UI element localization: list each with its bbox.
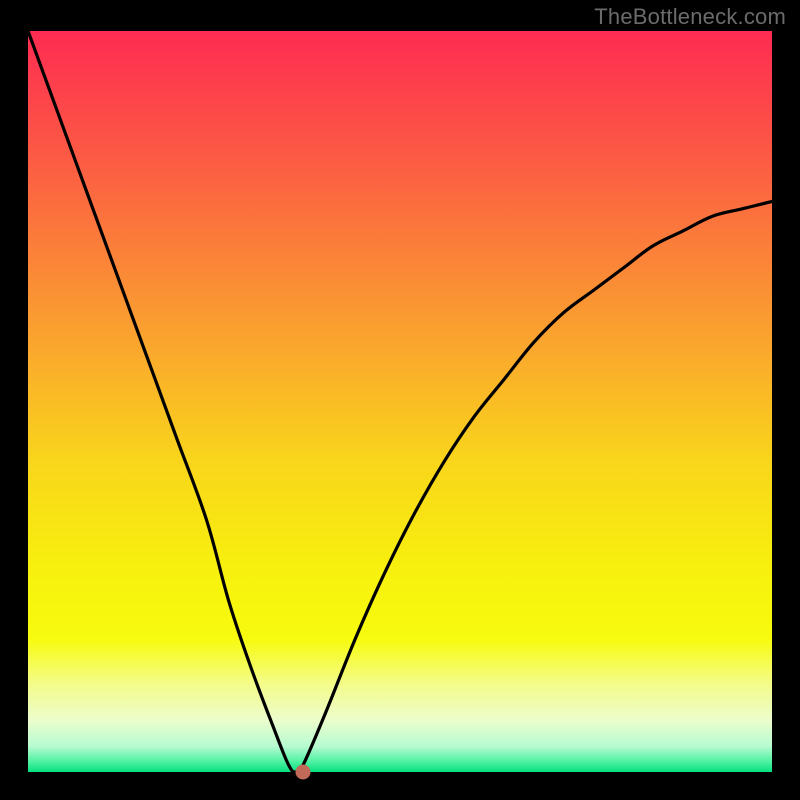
chart-frame: TheBottleneck.com	[0, 0, 800, 800]
watermark-text: TheBottleneck.com	[594, 4, 786, 30]
optimal-point-marker	[296, 765, 311, 780]
curve-layer	[28, 31, 772, 772]
plot-area	[28, 31, 772, 772]
bottleneck-curve	[28, 31, 772, 772]
